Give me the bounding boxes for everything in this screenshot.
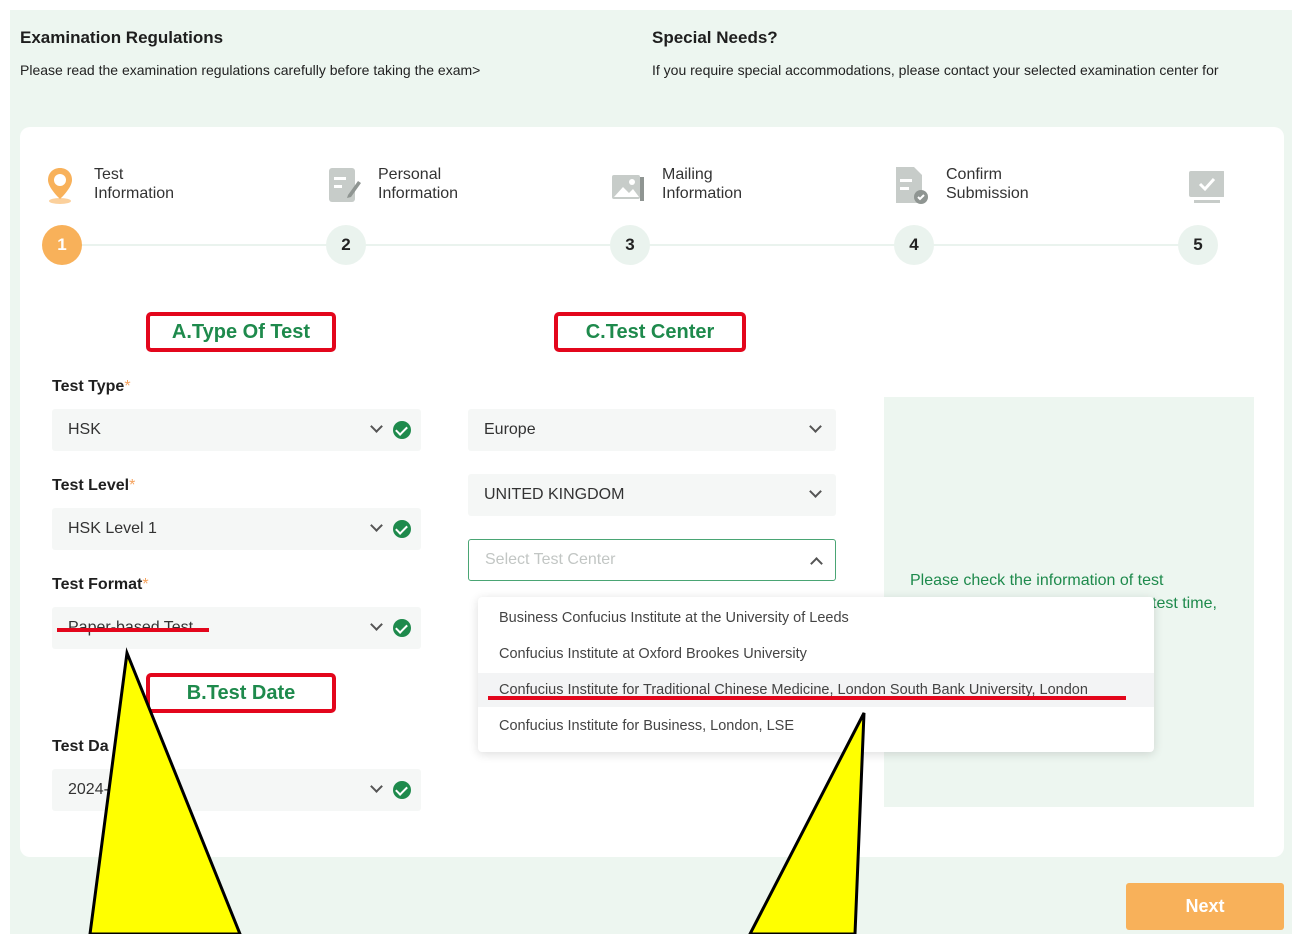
test-center-dropdown: Business Confucius Institute at the Univ… bbox=[478, 597, 1154, 752]
monitor-check-icon bbox=[1189, 171, 1224, 203]
test-center-option[interactable]: Business Confucius Institute at the Univ… bbox=[478, 601, 1154, 635]
test-type-label: Test Type* bbox=[52, 378, 131, 395]
chevron-up-icon bbox=[810, 557, 823, 570]
test-date-label: Test Da bbox=[52, 738, 109, 755]
section-badge-type-of-test: A.Type Of Test bbox=[146, 312, 336, 352]
step-dot-2[interactable]: 2 bbox=[326, 225, 366, 265]
step-complete bbox=[1188, 165, 1240, 205]
step-label-line2: Information bbox=[378, 185, 459, 202]
special-needs-notice: Special Needs? If you require special ac… bbox=[652, 28, 1272, 81]
test-center-option[interactable]: Confucius Institute at Oxford Brookes Un… bbox=[478, 637, 1154, 671]
edit-form-icon bbox=[329, 168, 361, 202]
test-center-option[interactable]: Confucius Institute for Traditional Chin… bbox=[478, 673, 1154, 707]
step-mailing-information: Mailing Information bbox=[610, 165, 742, 205]
section-badge-test-center: C.Test Center bbox=[554, 312, 746, 352]
step-label-line1: Personal bbox=[378, 166, 442, 183]
country-select[interactable]: UNITED KINGDOM bbox=[468, 474, 836, 516]
test-type-select[interactable]: HSK bbox=[52, 409, 421, 451]
info-text-line1: Please check the information of test bbox=[910, 572, 1164, 589]
step-label-line1: Test bbox=[94, 166, 124, 183]
annotation-underline-format bbox=[57, 628, 209, 632]
regulations-notice: Examination Regulations Please read the … bbox=[20, 28, 620, 81]
valid-check-icon bbox=[393, 781, 411, 799]
country-value: UNITED KINGDOM bbox=[484, 486, 625, 503]
step-label-line2: Information bbox=[662, 185, 743, 202]
step-label-line1: Mailing bbox=[662, 166, 713, 183]
region-value: Europe bbox=[484, 421, 536, 438]
next-button[interactable]: Next bbox=[1126, 883, 1284, 930]
step-personal-information: Personal Information bbox=[326, 165, 458, 205]
step-label-line2: Information bbox=[94, 185, 175, 202]
chevron-down-icon bbox=[809, 420, 822, 433]
step-label-line2: Submission bbox=[946, 185, 1029, 202]
registration-card: Test Information Personal Information Ma… bbox=[20, 127, 1284, 857]
test-date-select[interactable]: 2024- bbox=[52, 769, 421, 811]
test-level-label: Test Level* bbox=[52, 477, 136, 494]
test-center-placeholder: Select Test Center bbox=[485, 551, 616, 568]
chevron-down-icon bbox=[809, 485, 822, 498]
step-dot-4[interactable]: 4 bbox=[894, 225, 934, 265]
special-needs-text: If you require special accommodations, p… bbox=[652, 62, 1219, 78]
test-format-label: Test Format* bbox=[52, 576, 149, 593]
valid-check-icon bbox=[393, 421, 411, 439]
regulations-link[interactable]: Please read the examination regulations … bbox=[20, 60, 620, 81]
test-date-value: 2024- bbox=[68, 781, 109, 798]
step-dot-1[interactable]: 1 bbox=[42, 225, 82, 265]
test-type-value: HSK bbox=[68, 421, 101, 438]
step-dot-5[interactable]: 5 bbox=[1178, 225, 1218, 265]
annotation-underline-center bbox=[488, 696, 1126, 700]
image-mail-icon bbox=[612, 175, 644, 201]
step-confirm-submission: Confirm Submission bbox=[894, 165, 1029, 205]
location-pin-icon bbox=[48, 168, 72, 204]
regulations-title: Examination Regulations bbox=[20, 28, 224, 47]
step-test-information: Test Information bbox=[42, 165, 174, 205]
chevron-down-icon bbox=[370, 519, 383, 532]
page-background: Examination Regulations Please read the … bbox=[10, 10, 1292, 934]
region-select[interactable]: Europe bbox=[468, 409, 836, 451]
valid-check-icon bbox=[393, 619, 411, 637]
section-badge-test-date: B.Test Date bbox=[146, 673, 336, 713]
step-dot-3[interactable]: 3 bbox=[610, 225, 650, 265]
test-center-option[interactable]: Confucius Institute for Business, London… bbox=[478, 709, 1154, 743]
test-center-select[interactable]: Select Test Center bbox=[468, 539, 836, 581]
valid-check-icon bbox=[393, 520, 411, 538]
special-needs-title: Special Needs? bbox=[652, 28, 778, 47]
step-label-line1: Confirm bbox=[946, 166, 1003, 183]
chevron-down-icon bbox=[370, 420, 383, 433]
test-level-select[interactable]: HSK Level 1 bbox=[52, 508, 421, 550]
chevron-down-icon bbox=[370, 618, 383, 631]
chevron-down-icon bbox=[370, 780, 383, 793]
test-level-value: HSK Level 1 bbox=[68, 520, 157, 537]
document-check-icon bbox=[896, 167, 928, 204]
